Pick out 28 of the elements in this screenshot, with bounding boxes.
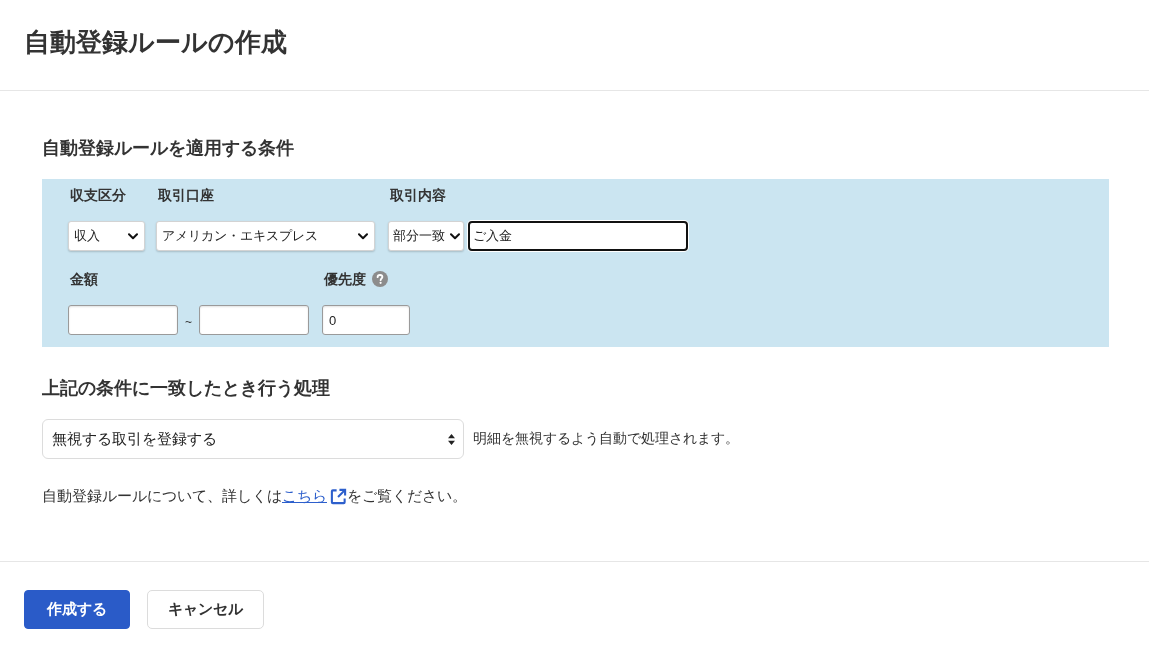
account-select[interactable]: アメリカン・エキスプレス [156,221,375,251]
cancel-button[interactable]: キャンセル [147,590,264,629]
priority-input[interactable]: 0 [322,305,410,335]
question-mark-icon[interactable] [372,271,388,287]
action-note: 明細を無視するよう自動で処理されます。 [473,430,739,448]
field-label: 金額 [70,270,98,289]
income-expense-select[interactable]: 収入 [68,221,145,251]
help-text: 自動登録ルールについて、詳しくはこちら をご覧ください。 [42,485,1109,507]
description-input[interactable]: ご入金 [468,221,688,251]
create-button[interactable]: 作成する [24,590,130,629]
chevron-down-icon [450,232,460,240]
external-link-icon [330,487,347,505]
match-type-select[interactable]: 部分一致 [388,221,464,251]
field-label: 収支区分 [70,186,126,205]
action-select[interactable]: 無視する取引を登録する [42,419,464,459]
section-heading: 自動登録ルールを適用する条件 [42,137,295,160]
field-label: 取引口座 [158,186,214,205]
chevron-down-icon [358,232,368,240]
field-label: 優先度 [324,270,366,289]
help-link[interactable]: こちら [282,485,347,507]
range-separator: ~ [184,314,193,329]
up-down-arrows-icon [448,433,455,445]
amount-max-input[interactable] [199,305,309,335]
field-label: 取引内容 [390,186,446,205]
section-heading: 上記の条件に一致したとき行う処理 [42,377,331,400]
amount-min-input[interactable] [68,305,178,335]
page-title: 自動登録ルールの作成 [24,26,287,59]
chevron-down-icon [128,232,138,240]
